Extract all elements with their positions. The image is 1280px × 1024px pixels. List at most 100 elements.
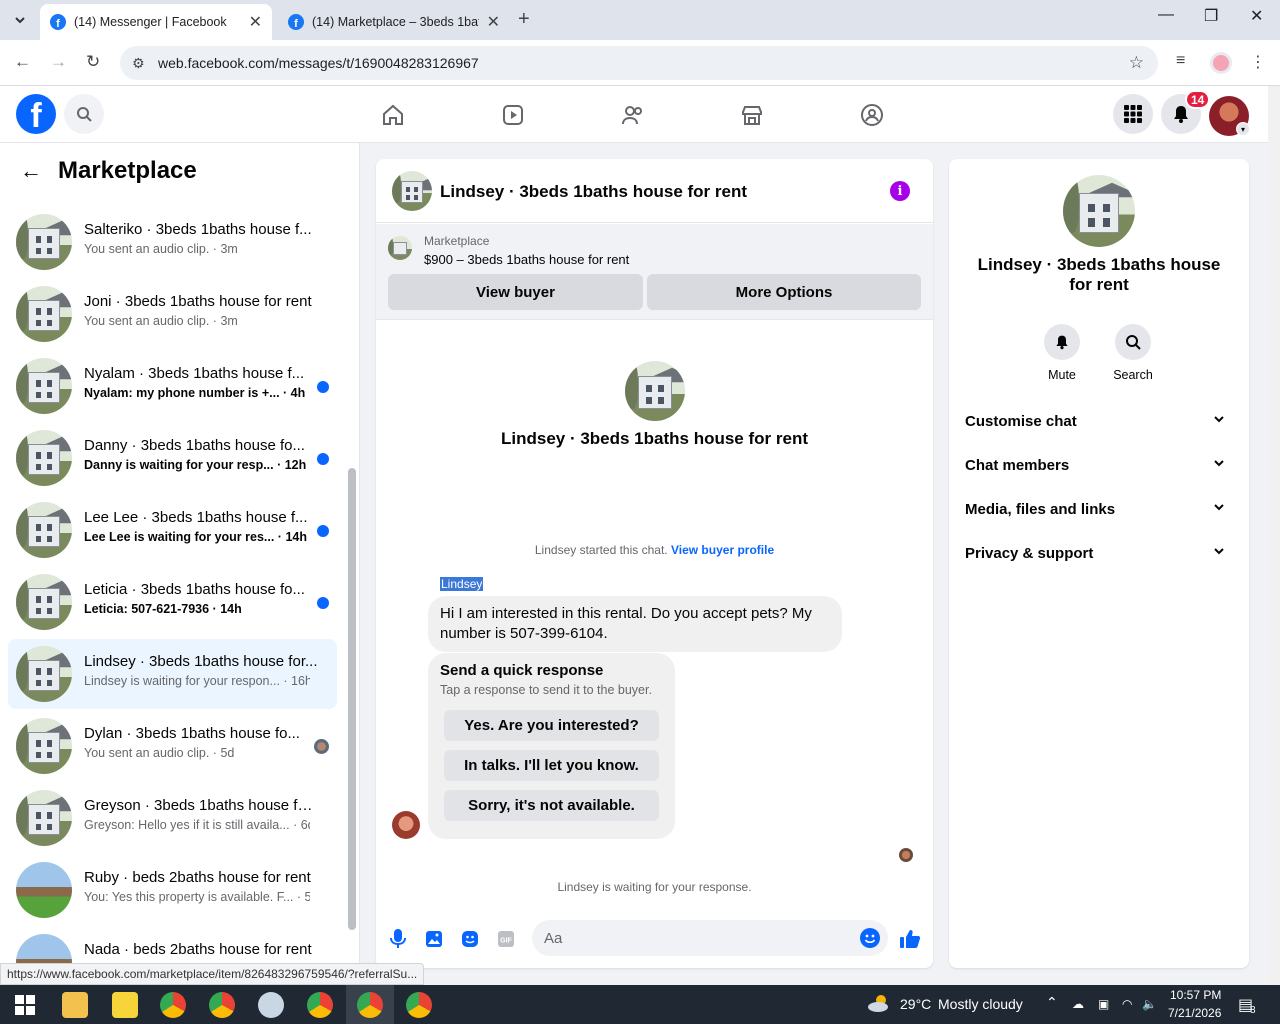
chat-header: Lindsey · 3beds 1baths house for rent i [376, 159, 933, 223]
paint-icon[interactable] [258, 992, 284, 1018]
mute-action[interactable]: Mute [1032, 324, 1092, 382]
page-scrollbar[interactable] [1268, 86, 1280, 985]
menu-icon[interactable]: ⋮ [1250, 52, 1266, 72]
conversation-name: Leticia · 3beds 1baths house fo... [84, 581, 305, 598]
conversation-item[interactable]: Joni · 3beds 1baths house for rent You se… [8, 279, 337, 349]
conversation-item[interactable]: Leticia · 3beds 1baths house fo... Letici… [8, 567, 337, 637]
tab-messenger[interactable]: f (14) Messenger | Facebook ✕ [40, 4, 272, 40]
search-button[interactable] [64, 94, 104, 134]
marketplace-icon [742, 106, 762, 125]
conversation-item[interactable]: Greyson · 3beds 1baths house fo... Greyso… [8, 783, 337, 853]
close-window-button[interactable]: ✕ [1250, 6, 1263, 26]
account-chevron-icon[interactable]: ▾ [1236, 122, 1250, 136]
clock-time[interactable]: 10:57 PM [1170, 988, 1221, 1002]
facebook-logo[interactable]: f [16, 94, 56, 134]
nav-home[interactable] [380, 102, 406, 128]
browser-tab-bar: f (14) Messenger | Facebook ✕ f (14) Mar… [0, 0, 1280, 40]
sticky-notes-icon[interactable] [112, 992, 138, 1018]
media-control-icon[interactable]: ≡ [1176, 52, 1185, 70]
sticker-button[interactable] [459, 928, 481, 950]
section-chat-members[interactable]: Chat members [957, 443, 1241, 487]
chrome-active-icon[interactable] [357, 992, 383, 1018]
minimize-button[interactable]: — [1158, 6, 1174, 24]
nav-friends[interactable] [620, 102, 646, 128]
chat-avatar[interactable] [392, 171, 432, 211]
more-options-button[interactable]: More Options [647, 274, 921, 310]
bookmark-star-icon[interactable]: ☆ [1129, 53, 1144, 73]
quick-response-in-talks[interactable]: In talks. I'll let you know. [444, 750, 659, 781]
quick-response-yes[interactable]: Yes. Are you interested? [444, 710, 659, 741]
view-buyer-profile-link[interactable]: View buyer profile [671, 543, 774, 557]
chat-title[interactable]: Lindsey · 3beds 1baths house for rent [440, 182, 747, 202]
tab-marketplace[interactable]: f (14) Marketplace – 3beds 1baths ✕ [278, 4, 510, 40]
gif-button[interactable]: GIF [495, 928, 517, 950]
sender-avatar[interactable] [392, 811, 420, 839]
emoji-button[interactable] [860, 928, 880, 948]
section-customise-chat[interactable]: Customise chat [957, 399, 1241, 443]
section-privacy-support[interactable]: Privacy & support [957, 531, 1241, 575]
weather-icon[interactable] [866, 992, 892, 1018]
back-arrow-icon[interactable]: ← [20, 158, 42, 184]
clock-date[interactable]: 7/21/2026 [1168, 1006, 1221, 1020]
close-tab-icon[interactable]: ✕ [249, 12, 262, 32]
quick-response-not-available[interactable]: Sorry, it's not available. [444, 790, 659, 821]
wifi-icon[interactable]: ◠ [1122, 997, 1132, 1011]
listing-title[interactable]: $900 – 3beds 1baths house for rent [424, 252, 629, 267]
view-buyer-button[interactable]: View buyer [388, 274, 643, 310]
conversation-item[interactable]: Dylan · 3beds 1baths house fo... You sent… [8, 711, 337, 781]
listing-thumbnail[interactable] [388, 236, 412, 260]
mute-button[interactable] [1044, 324, 1080, 360]
search-in-chat-button[interactable] [1115, 324, 1151, 360]
conversation-avatar [16, 862, 72, 918]
menu-button[interactable] [1113, 94, 1153, 134]
chrome-profile-icon[interactable] [406, 992, 432, 1018]
address-bar[interactable]: ⚙ web.facebook.com/messages/t/1690048283… [120, 46, 1158, 80]
network-onedrive-icon[interactable]: ☁ [1072, 997, 1084, 1011]
restore-button[interactable]: ❐ [1204, 6, 1218, 26]
conversation-name: Ruby · beds 2baths house for rent [84, 869, 311, 886]
tab-search-button[interactable] [8, 8, 32, 32]
forward-button[interactable]: → [50, 52, 67, 72]
windows-logo-icon [15, 995, 35, 1015]
weather-condition[interactable]: Mostly cloudy [938, 996, 1023, 1012]
message-bubble[interactable]: Hi I am interested in this rental. Do yo… [428, 596, 842, 652]
close-tab-icon[interactable]: ✕ [487, 12, 500, 32]
browser-profile-avatar[interactable] [1210, 52, 1232, 74]
site-info-icon[interactable]: ⚙ [132, 55, 145, 72]
like-button[interactable] [899, 928, 921, 950]
chrome-profile-icon[interactable] [209, 992, 235, 1018]
section-media-files-links[interactable]: Media, files and links [957, 487, 1241, 531]
microphone-button[interactable] [387, 928, 409, 950]
chrome-profile-icon[interactable] [307, 992, 333, 1018]
conversation-item[interactable]: Danny · 3beds 1baths house fo... Danny is… [8, 423, 337, 493]
volume-icon[interactable]: 🔈 [1142, 997, 1157, 1011]
conversation-name: Joni · 3beds 1baths house for rent [84, 293, 312, 310]
nav-marketplace[interactable] [739, 102, 765, 128]
device-icon[interactable]: ▣ [1098, 997, 1109, 1011]
file-explorer-icon[interactable] [62, 992, 88, 1018]
conversation-item[interactable]: Salteriko · 3beds 1baths house f... You s… [8, 207, 337, 277]
show-hidden-icons-button[interactable]: ⌃ [1046, 994, 1058, 1011]
conversation-item[interactable]: Ruby · beds 2baths house for rent You: Ye… [8, 855, 337, 925]
new-tab-button[interactable]: + [518, 8, 530, 31]
scrollbar-thumb[interactable] [348, 468, 356, 930]
nav-groups[interactable] [859, 102, 885, 128]
back-button[interactable]: ← [14, 52, 31, 72]
weather-temperature[interactable]: 29°C [900, 996, 931, 1012]
message-composer[interactable] [532, 920, 888, 956]
start-button[interactable] [12, 992, 38, 1018]
browser-toolbar: ← → ↻ ⚙ web.facebook.com/messages/t/1690… [0, 40, 1280, 86]
search-action[interactable]: Search [1103, 324, 1163, 382]
info-icon[interactable]: i [890, 181, 910, 201]
house-thumbnail [16, 862, 72, 918]
conversation-item[interactable]: Nyalam · 3beds 1baths house f... Nyalam: … [8, 351, 337, 421]
photo-button[interactable] [423, 928, 445, 950]
nav-video[interactable] [500, 102, 526, 128]
conversation-avatar [16, 214, 72, 270]
message-input[interactable] [544, 920, 844, 956]
reload-button[interactable]: ↻ [86, 52, 100, 72]
details-avatar[interactable] [1063, 175, 1135, 247]
conversation-item[interactable]: Lee Lee · 3beds 1baths house f... Lee Lee… [8, 495, 337, 565]
conversation-item[interactable]: Lindsey · 3beds 1baths house for... Linds… [8, 639, 337, 709]
chrome-icon[interactable] [160, 992, 186, 1018]
